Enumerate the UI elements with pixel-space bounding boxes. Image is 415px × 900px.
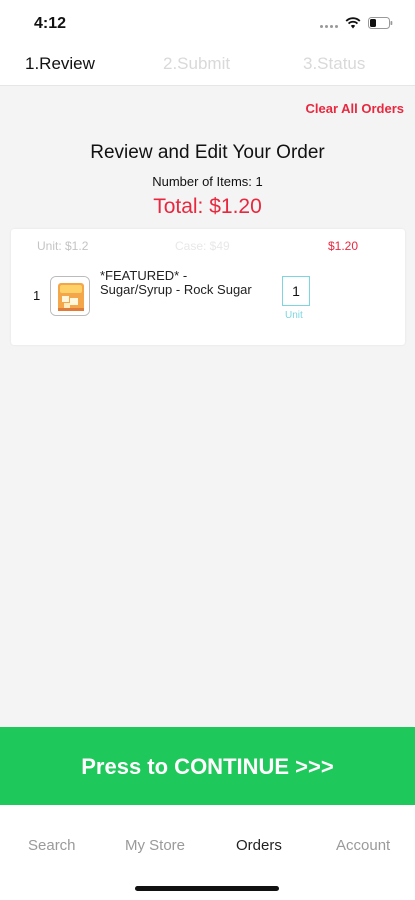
nav-orders[interactable]: Orders bbox=[236, 837, 282, 854]
status-time: 4:12 bbox=[34, 15, 67, 32]
status-icons bbox=[320, 17, 393, 29]
battery-icon bbox=[368, 17, 393, 29]
tab-status[interactable]: 3.Status bbox=[303, 54, 365, 74]
case-price: Case: $49 bbox=[175, 239, 230, 253]
home-indicator bbox=[135, 886, 279, 891]
nav-account[interactable]: Account bbox=[336, 837, 390, 854]
product-thumbnail[interactable] bbox=[50, 276, 90, 316]
tab-submit[interactable]: 2.Submit bbox=[163, 54, 230, 74]
review-title: Review and Edit Your Order bbox=[90, 142, 325, 163]
wifi-icon bbox=[345, 17, 361, 29]
bottom-nav: Search My Store Orders Account bbox=[0, 805, 415, 900]
order-total: Total: $1.20 bbox=[153, 195, 262, 218]
rock-sugar-package-icon bbox=[51, 277, 89, 315]
quantity-input[interactable]: 1 bbox=[282, 276, 310, 306]
status-bar: 4:12 bbox=[0, 0, 415, 44]
line-number: 1 bbox=[33, 288, 41, 303]
quantity-unit-label: Unit bbox=[285, 310, 303, 321]
unit-price: Unit: $1.2 bbox=[37, 239, 89, 253]
tab-review[interactable]: 1.Review bbox=[25, 54, 95, 74]
order-item-card: Unit: $1.2 Case: $49 $1.20 1 *FEATURED* … bbox=[11, 229, 405, 345]
nav-my-store[interactable]: My Store bbox=[125, 837, 185, 854]
clear-all-orders-button[interactable]: Clear All Orders bbox=[305, 101, 404, 116]
line-price: $1.20 bbox=[328, 239, 359, 253]
order-steps-tabs: 1.Review 2.Submit 3.Status bbox=[0, 44, 415, 86]
item-count: Number of Items: 1 bbox=[152, 174, 263, 189]
signal-icon bbox=[320, 18, 338, 28]
continue-button[interactable]: Press to CONTINUE >>> bbox=[0, 727, 415, 805]
nav-search[interactable]: Search bbox=[28, 837, 76, 854]
product-name[interactable]: *FEATURED* - Sugar/Syrup - Rock Sugar bbox=[100, 269, 260, 297]
